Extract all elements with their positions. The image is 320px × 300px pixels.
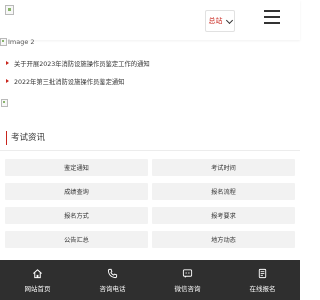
- menu-button[interactable]: [264, 10, 280, 24]
- banner-image[interactable]: Image 2: [0, 36, 35, 48]
- logo-image[interactable]: [5, 5, 14, 15]
- phone-icon: [107, 268, 118, 278]
- menu-icon-line-1: [264, 10, 280, 12]
- grid-button-exam-time[interactable]: 考试时间: [152, 159, 295, 176]
- section-title: 考试资讯: [6, 131, 45, 145]
- bottom-nav-register[interactable]: 在线报名: [225, 260, 300, 300]
- grid-button-local-news[interactable]: 地方动态: [152, 231, 295, 248]
- notice-list: 关于开展2023年消防设施操作员鉴定工作的通知 2022年第三批消防设施操作员鉴…: [6, 54, 296, 90]
- bottom-nav-phone[interactable]: 咨询电话: [75, 260, 150, 300]
- grid-button-announcements[interactable]: 公告汇总: [5, 231, 148, 248]
- chevron-down-icon: [225, 16, 233, 24]
- bottom-nav-label: 网站首页: [24, 284, 51, 293]
- wechat-icon: [182, 268, 193, 278]
- section-divider: [0, 150, 300, 151]
- menu-icon-line-2: [264, 16, 280, 18]
- bottom-nav-label: 咨询电话: [99, 284, 126, 293]
- exam-info-grid: 鉴定通知 考试时间 成绩查询 报名流程 报名方式 报考要求 公告汇总 地方动态: [5, 159, 295, 248]
- grid-button-requirements[interactable]: 报考要求: [152, 207, 295, 224]
- form-icon: [258, 268, 267, 278]
- home-icon: [33, 268, 42, 278]
- notice-item[interactable]: 2022年第三批消防设施操作员鉴定通知: [6, 72, 296, 90]
- grid-button-appraisal-notice[interactable]: 鉴定通知: [5, 159, 148, 176]
- menu-icon-line-3: [264, 22, 280, 24]
- bottom-nav: 网站首页 咨询电话 微信咨询 在线报名: [0, 260, 300, 300]
- broken-image-icon: [0, 38, 7, 46]
- bottom-nav-label: 微信咨询: [174, 284, 201, 293]
- grid-button-registration-method[interactable]: 报名方式: [5, 207, 148, 224]
- notice-item[interactable]: 关于开展2023年消防设施操作员鉴定工作的通知: [6, 54, 296, 72]
- arrow-right-icon: [6, 79, 9, 83]
- grid-button-registration-process[interactable]: 报名流程: [152, 183, 295, 200]
- banner-alt-text: Image 2: [8, 38, 35, 46]
- ad-image[interactable]: [1, 99, 8, 107]
- bottom-nav-wechat[interactable]: 微信咨询: [150, 260, 225, 300]
- notice-title: 2022年第三批消防设施操作员鉴定通知: [14, 78, 125, 86]
- bottom-nav-label: 在线报名: [249, 284, 276, 293]
- arrow-right-icon: [6, 61, 9, 65]
- branch-select-label: 总站: [208, 17, 223, 25]
- site-header: 总站: [0, 0, 300, 40]
- branch-select[interactable]: 总站: [205, 10, 235, 32]
- notice-title: 关于开展2023年消防设施操作员鉴定工作的通知: [14, 60, 150, 68]
- bottom-nav-home[interactable]: 网站首页: [0, 260, 75, 300]
- grid-button-score-query[interactable]: 成绩查询: [5, 183, 148, 200]
